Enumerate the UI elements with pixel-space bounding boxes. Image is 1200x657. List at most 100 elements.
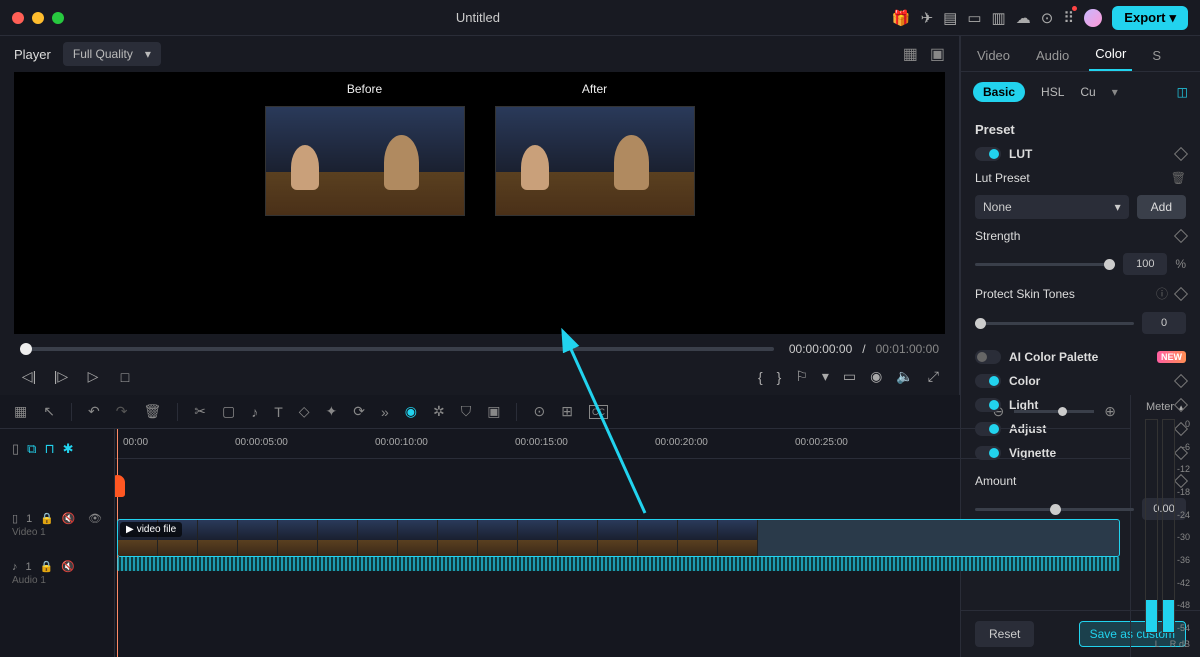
cc-icon[interactable]: CC bbox=[589, 405, 608, 419]
send-icon[interactable]: ✈ bbox=[921, 9, 934, 27]
ai-palette-toggle[interactable] bbox=[975, 350, 1001, 364]
before-label: Before bbox=[347, 82, 382, 96]
maximize-window[interactable] bbox=[52, 12, 64, 24]
delete-icon[interactable]: 🗑 bbox=[143, 403, 161, 420]
desktop-icon[interactable]: ▭ bbox=[967, 9, 981, 27]
strength-value[interactable]: 100 bbox=[1123, 253, 1167, 275]
video-viewport: Before After bbox=[14, 72, 945, 334]
link-icon[interactable]: ▯ bbox=[12, 441, 19, 457]
link2-icon[interactable]: ⧉ bbox=[27, 441, 36, 457]
chevron-down-icon[interactable]: ▾ bbox=[822, 368, 829, 385]
player-label: Player bbox=[14, 47, 51, 62]
keyframe-icon[interactable] bbox=[1174, 147, 1188, 161]
timecode-display: 00:00:00:00 / 00:01:00:00 bbox=[789, 342, 939, 356]
out-brace-icon[interactable]: } bbox=[777, 369, 782, 385]
avatar[interactable] bbox=[1084, 9, 1102, 27]
grid-view-icon[interactable]: ▦ bbox=[903, 44, 918, 64]
keyframe-icon[interactable] bbox=[1174, 374, 1188, 388]
after-label: After bbox=[582, 82, 607, 96]
shield-icon[interactable]: ⛉ bbox=[461, 403, 472, 420]
quality-dropdown[interactable]: Full Quality▾ bbox=[63, 42, 161, 66]
lut-preset-label: Lut Preset bbox=[975, 171, 1163, 185]
cut-icon[interactable]: ✂ bbox=[194, 403, 206, 420]
save-icon[interactable]: ▥ bbox=[992, 9, 1006, 27]
screen-icon[interactable]: ▭ bbox=[843, 368, 856, 385]
in-brace-icon[interactable]: { bbox=[758, 369, 763, 385]
volume-icon[interactable]: 🔈 bbox=[896, 368, 913, 385]
marker2-icon[interactable]: ✱ bbox=[63, 441, 74, 457]
light-toggle[interactable] bbox=[975, 398, 1001, 412]
camera-icon[interactable]: ▣ bbox=[487, 403, 500, 420]
speed-icon[interactable]: ⟳ bbox=[353, 403, 365, 420]
pointer-icon[interactable]: ↖ bbox=[43, 403, 55, 420]
music-icon[interactable]: ♪ bbox=[251, 404, 258, 420]
magnet-icon[interactable]: ⊓ bbox=[44, 441, 54, 457]
lut-toggle[interactable] bbox=[975, 147, 1001, 161]
keyframe-icon[interactable] bbox=[1174, 286, 1188, 300]
skin-tones-slider[interactable] bbox=[975, 322, 1134, 325]
minimize-window[interactable] bbox=[32, 12, 44, 24]
add-track-icon[interactable]: ⊞ bbox=[561, 403, 573, 420]
trash-icon[interactable]: 🗑 bbox=[1171, 171, 1186, 185]
audio-waveform[interactable] bbox=[117, 557, 1120, 571]
zoom-in-icon[interactable]: ⊕ bbox=[1104, 403, 1116, 420]
play-step-button[interactable]: |▷ bbox=[52, 368, 70, 385]
after-preview bbox=[495, 106, 695, 216]
video-track-header[interactable]: ▯1🔒🔇👁 Video 1 bbox=[0, 501, 114, 549]
cloud-icon[interactable]: ☁ bbox=[1016, 9, 1031, 27]
sync-icon[interactable]: ⊙ bbox=[533, 403, 545, 420]
subtab-curves[interactable]: Cu bbox=[1080, 85, 1095, 99]
snapshot-icon[interactable]: ◉ bbox=[870, 368, 882, 385]
compare-icon[interactable]: ◫ bbox=[1177, 85, 1188, 99]
info-icon[interactable]: ⓘ bbox=[1156, 285, 1168, 302]
marker-icon[interactable]: ⚐ bbox=[795, 368, 808, 385]
layout-icon[interactable]: ▦ bbox=[14, 403, 27, 420]
effects-icon[interactable]: ✦ bbox=[326, 403, 338, 420]
export-button[interactable]: Export▾ bbox=[1112, 6, 1188, 30]
preset-heading: Preset bbox=[975, 122, 1186, 137]
picture-icon[interactable]: ▣ bbox=[930, 44, 945, 64]
gift-icon[interactable]: 🎁 bbox=[892, 9, 911, 27]
headphones-icon[interactable]: ⊙ bbox=[1041, 9, 1054, 27]
skin-tones-value[interactable]: 0 bbox=[1142, 312, 1186, 334]
skin-tones-label: Protect Skin Tones bbox=[975, 287, 1148, 301]
video-clip[interactable]: ▶video file bbox=[117, 519, 1120, 557]
timeline-toolbar: ▦ ↖ ↶ ↷ 🗑 ✂ ▢ ♪ T ◇ ✦ ⟳ » ◉ ✲ ⛉ ▣ ⊙ ⊞ CC… bbox=[0, 395, 1130, 429]
preview-panel: Player Full Quality▾ ▦ ▣ Before After 00… bbox=[0, 36, 960, 395]
lut-preset-select[interactable]: None▾ bbox=[975, 195, 1129, 219]
subtab-hsl[interactable]: HSL bbox=[1041, 85, 1064, 99]
tab-video[interactable]: Video bbox=[971, 40, 1016, 71]
expand-icon[interactable]: ⤢ bbox=[928, 368, 939, 385]
play-button[interactable]: ▷ bbox=[84, 368, 102, 385]
titlebar-actions: 🎁 ✈ ▤ ▭ ▥ ☁ ⊙ ⠿ Export▾ bbox=[892, 6, 1188, 30]
subtab-basic[interactable]: Basic bbox=[973, 82, 1025, 102]
add-lut-button[interactable]: Add bbox=[1137, 195, 1186, 219]
crop-icon[interactable]: ▢ bbox=[222, 403, 235, 420]
ai-palette-label: AI Color Palette bbox=[1009, 350, 1149, 364]
apps-icon[interactable]: ⠿ bbox=[1063, 9, 1074, 27]
timeline-scrubber[interactable] bbox=[20, 347, 774, 351]
text-icon[interactable]: T bbox=[274, 404, 283, 420]
time-ruler[interactable]: 00:00 00:00:05:00 00:00:10:00 00:00:15:0… bbox=[115, 429, 1130, 459]
strength-slider[interactable] bbox=[975, 263, 1115, 266]
audio-track-header[interactable]: ♪1🔒🔇 Audio 1 bbox=[0, 549, 114, 597]
ai-icon[interactable]: ◉ bbox=[405, 403, 417, 420]
tab-audio[interactable]: Audio bbox=[1030, 40, 1075, 71]
tab-more[interactable]: S bbox=[1146, 40, 1167, 71]
more-tools-icon[interactable]: » bbox=[381, 404, 389, 420]
timeline-panel: ▦ ↖ ↶ ↷ 🗑 ✂ ▢ ♪ T ◇ ✦ ⟳ » ◉ ✲ ⛉ ▣ ⊙ ⊞ CC… bbox=[0, 395, 1200, 657]
prev-frame-button[interactable]: ◁| bbox=[20, 368, 38, 385]
stop-button[interactable]: □ bbox=[116, 369, 134, 385]
zoom-slider[interactable] bbox=[1014, 410, 1094, 413]
keyframe-icon[interactable] bbox=[1174, 229, 1188, 243]
track-headers: ▯ ⧉ ⊓ ✱ ▯1🔒🔇👁 Video 1 ♪1🔒🔇 Audio 1 bbox=[0, 429, 115, 657]
color-toggle[interactable] bbox=[975, 374, 1001, 388]
mask-icon[interactable]: ◇ bbox=[299, 403, 310, 420]
timeline-tracks[interactable]: 00:00 00:00:05:00 00:00:10:00 00:00:15:0… bbox=[115, 429, 1130, 657]
tab-color[interactable]: Color bbox=[1089, 38, 1132, 71]
settings-icon[interactable]: ✲ bbox=[433, 403, 445, 420]
redo-icon[interactable]: ↷ bbox=[116, 403, 128, 420]
close-window[interactable] bbox=[12, 12, 24, 24]
library-icon[interactable]: ▤ bbox=[943, 9, 957, 27]
undo-icon[interactable]: ↶ bbox=[88, 403, 100, 420]
